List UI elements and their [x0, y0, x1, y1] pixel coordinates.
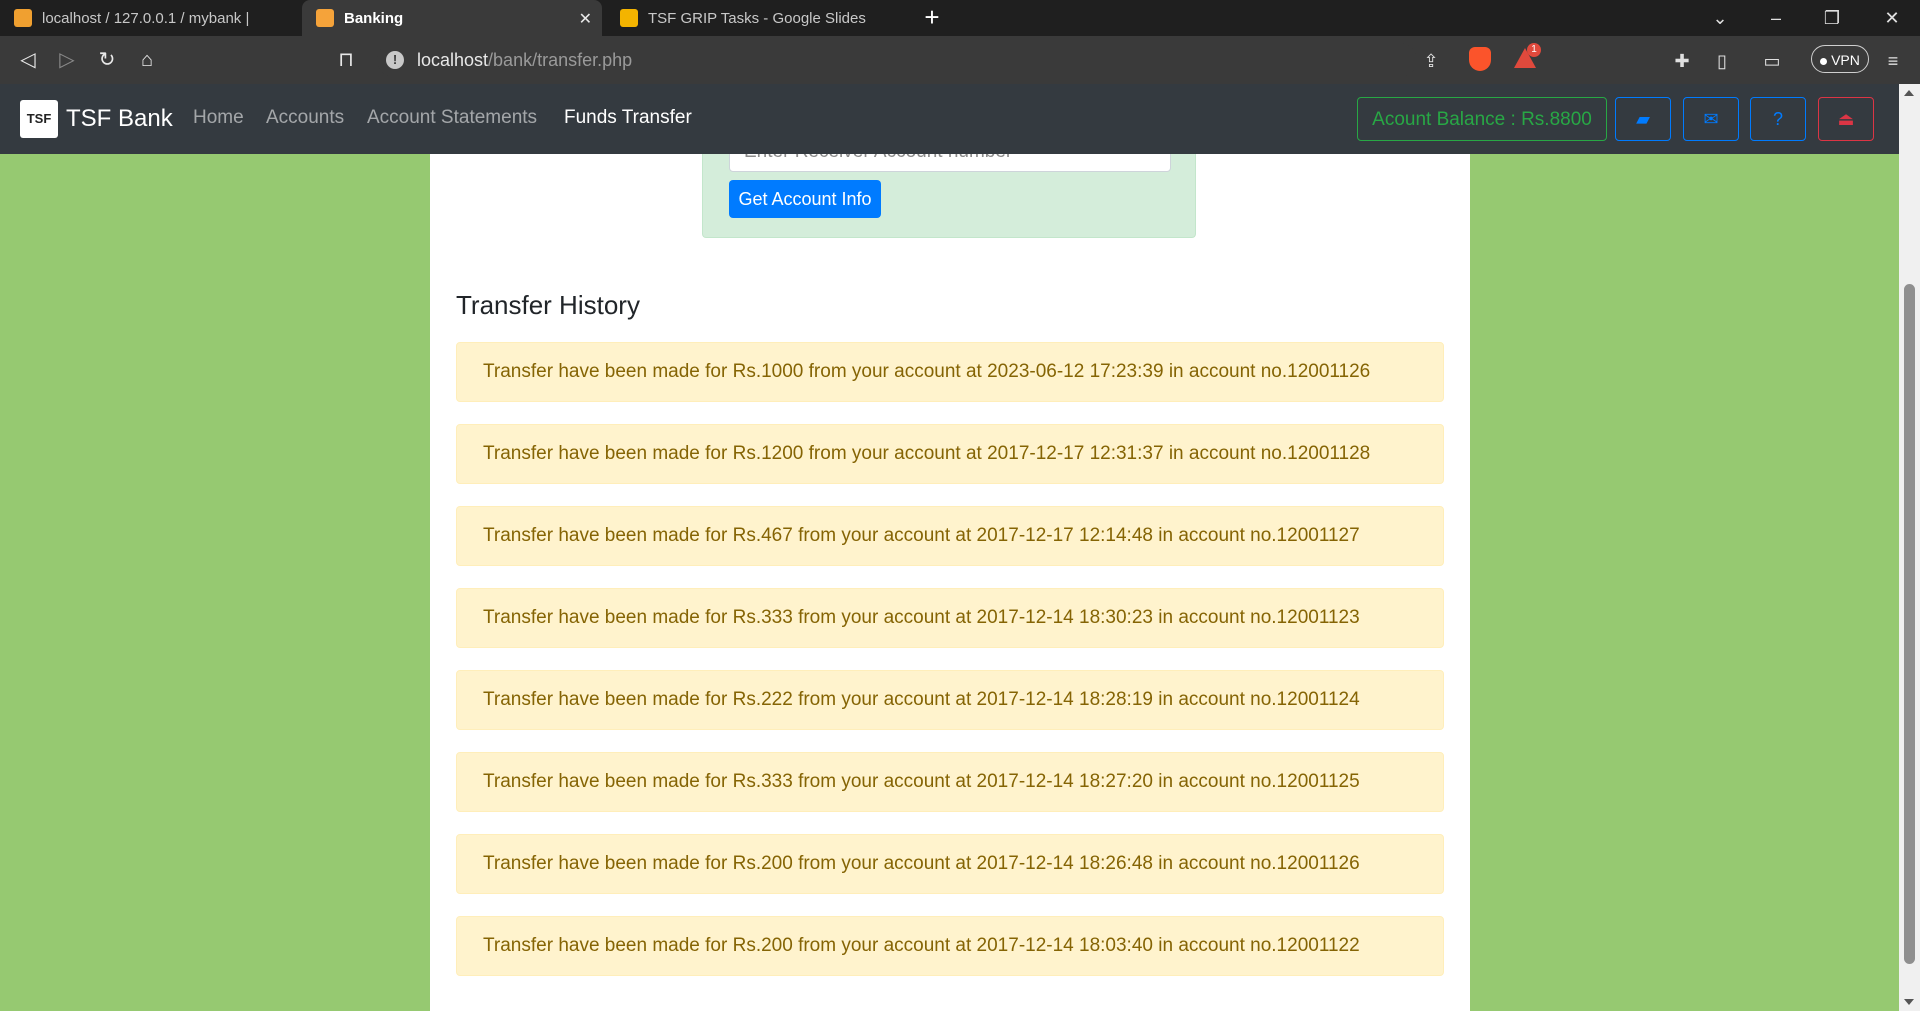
google-slides-favicon-icon — [620, 9, 638, 27]
page-viewport: Enter Receiver Account number Get Accoun… — [0, 84, 1899, 1011]
tab-search-icon[interactable]: ⌄ — [1692, 0, 1748, 36]
share-icon[interactable]: ⇪ — [1418, 48, 1444, 74]
brand[interactable]: TSF TSF Bank — [20, 100, 173, 138]
nav-funds-transfer[interactable]: Funds Transfer — [564, 107, 692, 129]
site-info-icon[interactable]: ! — [386, 51, 404, 69]
back-icon[interactable]: ◁ — [14, 46, 42, 74]
address-toolbar: ◁ ▷ ↻ ⌂ ⊓ ! localhost/bank/transfer.php … — [0, 36, 1920, 84]
scroll-down-icon[interactable] — [1904, 999, 1914, 1005]
browser-tab-bar: localhost / 127.0.0.1 / mybank | phpM Ba… — [0, 0, 1920, 36]
tab-google-slides[interactable]: TSF GRIP Tasks - Google Slides — [606, 0, 906, 36]
menu-icon[interactable]: ≡ — [1880, 48, 1906, 74]
history-item: Transfer have been made for Rs.200 from … — [456, 916, 1444, 976]
nav-home[interactable]: Home — [193, 107, 244, 129]
scroll-up-icon[interactable] — [1904, 90, 1914, 96]
minimize-icon[interactable]: – — [1748, 0, 1804, 36]
get-account-info-button[interactable]: Get Account Info — [729, 180, 881, 218]
tab-label: localhost / 127.0.0.1 / mybank | phpM — [42, 9, 250, 27]
history-item: Transfer have been made for Rs.1000 from… — [456, 342, 1444, 402]
vpn-status-icon — [1820, 57, 1828, 65]
sidebar-icon[interactable]: ▯ — [1709, 48, 1735, 74]
bookmark-icon[interactable]: ⊓ — [332, 46, 360, 74]
history-item: Transfer have been made for Rs.222 from … — [456, 670, 1444, 730]
site-navbar: TSF TSF Bank Home Accounts Account State… — [0, 84, 1899, 154]
brave-shield-icon[interactable] — [1469, 47, 1491, 71]
close-tab-icon[interactable]: ✕ — [579, 9, 592, 29]
history-item: Transfer have been made for Rs.467 from … — [456, 506, 1444, 566]
page-scrollbar[interactable] — [1899, 84, 1920, 1011]
vpn-label: VPN — [1831, 52, 1860, 68]
book-icon-button[interactable]: ▰ — [1615, 97, 1671, 141]
new-tab-button[interactable]: + — [918, 4, 946, 32]
url-bar[interactable]: ! localhost/bank/transfer.php — [377, 43, 1417, 77]
url-path: /bank/transfer.php — [488, 50, 633, 70]
phpmyadmin-favicon-icon — [14, 9, 32, 27]
url-host: localhost — [417, 50, 489, 70]
rewards-badge: 1 — [1527, 43, 1541, 57]
envelope-icon-button[interactable]: ✉ — [1683, 97, 1739, 141]
tab-phpmyadmin[interactable]: localhost / 127.0.0.1 / mybank | phpM — [0, 0, 250, 36]
account-balance-badge: Acount Balance : Rs.8800 — [1357, 97, 1607, 141]
logout-icon-button[interactable]: ⏏ — [1818, 97, 1874, 141]
history-item: Transfer have been made for Rs.1200 from… — [456, 424, 1444, 484]
close-window-icon[interactable]: ✕ — [1864, 0, 1920, 36]
bank-logo-icon: TSF — [20, 100, 58, 138]
maximize-icon[interactable]: ❐ — [1804, 0, 1860, 36]
wallet-icon[interactable]: ▭ — [1759, 48, 1785, 74]
scrollbar-thumb[interactable] — [1904, 284, 1915, 964]
receiver-form: Enter Receiver Account number Get Accoun… — [702, 136, 1196, 238]
url-text: localhost/bank/transfer.php — [417, 43, 632, 77]
history-item: Transfer have been made for Rs.200 from … — [456, 834, 1444, 894]
extensions-icon[interactable]: ✚ — [1669, 48, 1695, 74]
history-item: Transfer have been made for Rs.333 from … — [456, 752, 1444, 812]
vpn-button[interactable]: VPN — [1811, 45, 1869, 73]
transfer-history-title: Transfer History — [456, 290, 640, 320]
tab-banking[interactable]: Banking ✕ — [302, 0, 602, 36]
nav-accounts[interactable]: Accounts — [266, 107, 344, 129]
reload-icon[interactable]: ↻ — [93, 46, 121, 74]
tab-label: TSF GRIP Tasks - Google Slides — [648, 9, 866, 27]
nav-account-statements[interactable]: Account Statements — [367, 107, 537, 129]
help-icon-button[interactable]: ? — [1750, 97, 1806, 141]
banking-favicon-icon — [316, 9, 334, 27]
tab-label: Banking — [344, 9, 404, 27]
history-item: Transfer have been made for Rs.333 from … — [456, 588, 1444, 648]
brand-name: TSF Bank — [66, 105, 173, 132]
home-icon[interactable]: ⌂ — [133, 46, 161, 74]
forward-icon[interactable]: ▷ — [53, 46, 81, 74]
main-content: Enter Receiver Account number Get Accoun… — [430, 136, 1470, 1011]
